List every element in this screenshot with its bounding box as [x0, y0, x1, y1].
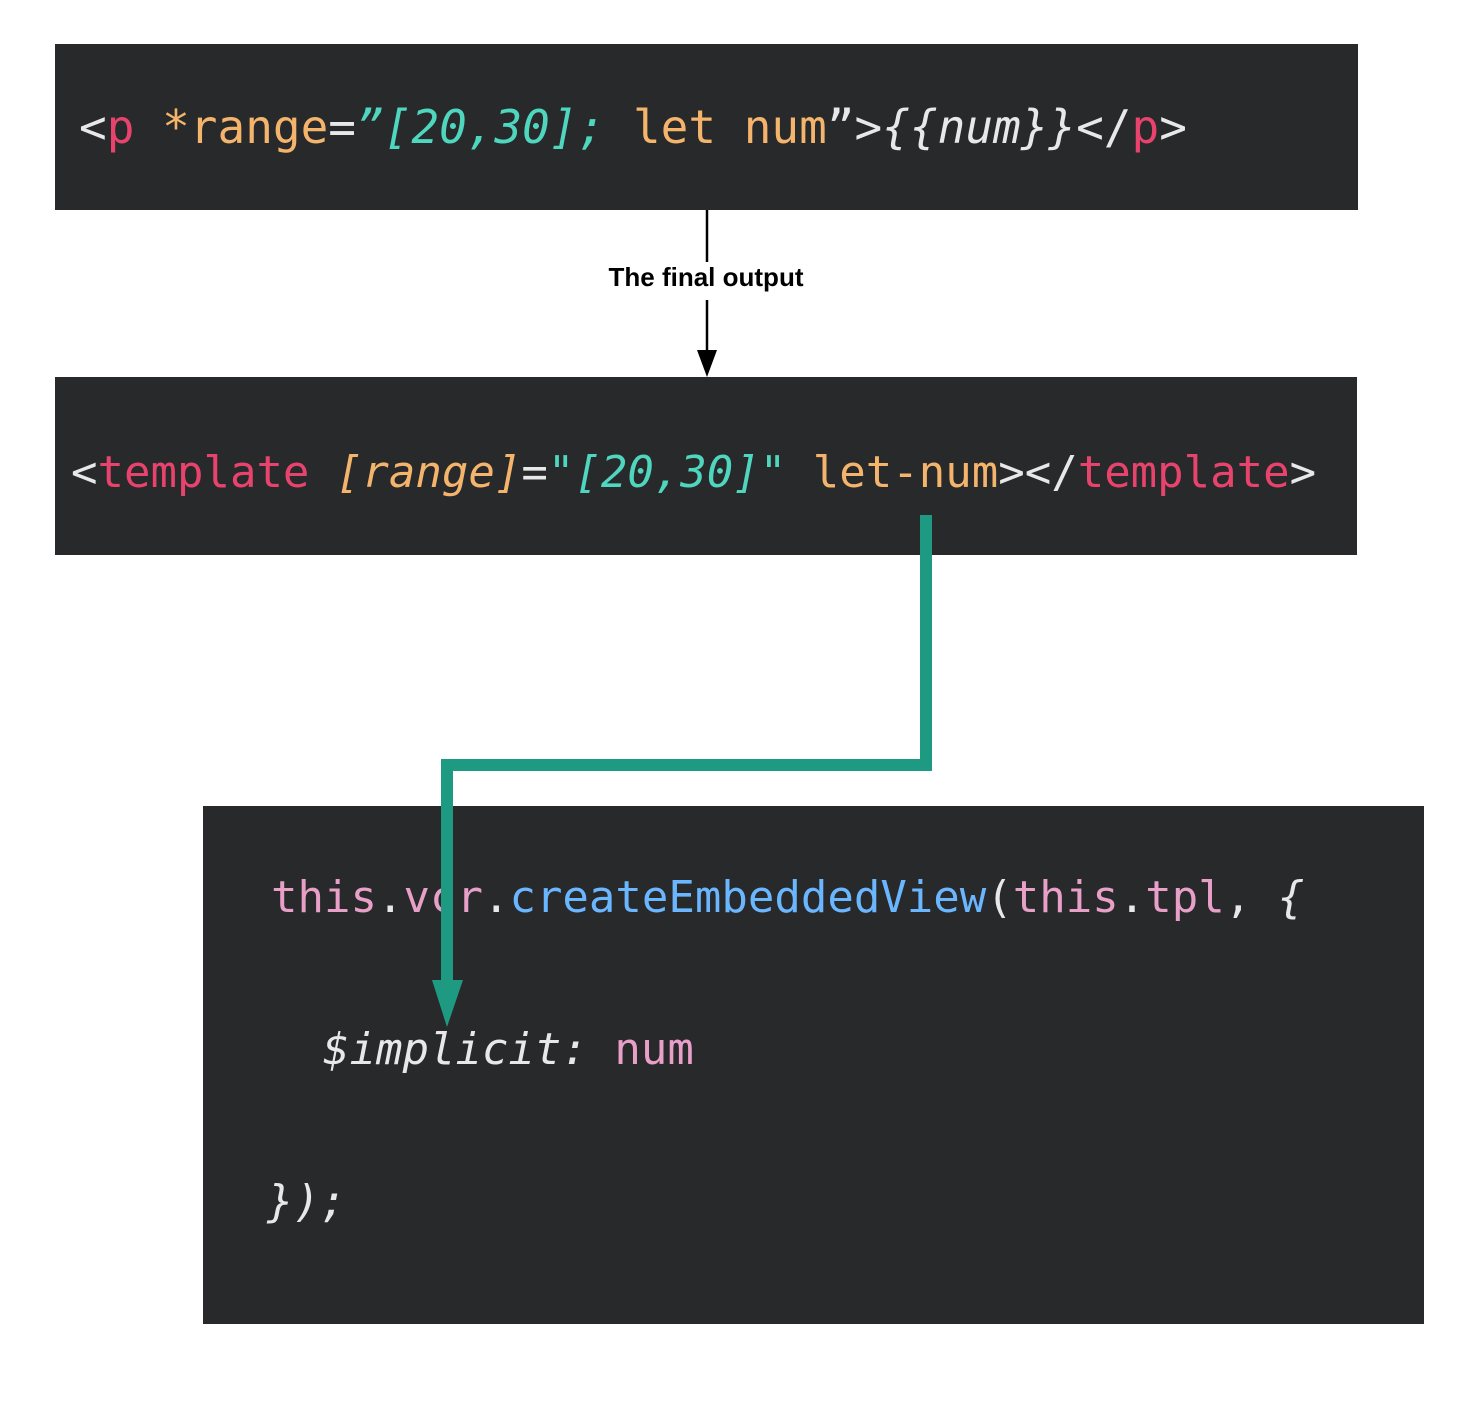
- flow-arrow-head: [697, 350, 717, 377]
- connector-overlay: [432, 210, 932, 1027]
- let-num-to-implicit-connector: [441, 515, 932, 985]
- let-num-to-implicit-arrowhead: [432, 980, 463, 1027]
